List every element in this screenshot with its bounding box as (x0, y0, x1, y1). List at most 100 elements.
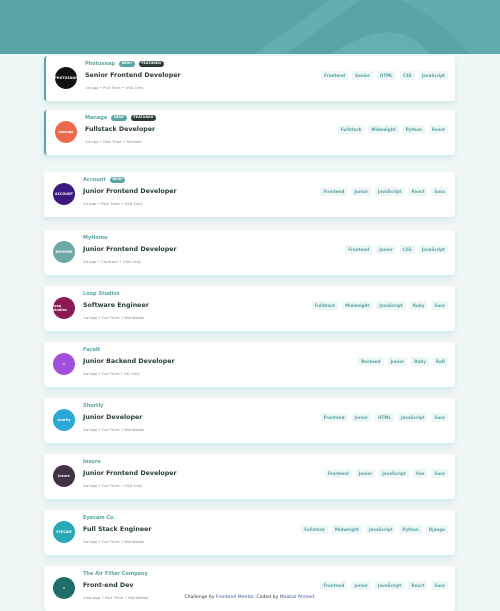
filter-tag[interactable]: Frontend (320, 187, 348, 197)
job-title[interactable]: Junior Frontend Developer (83, 246, 177, 253)
filter-tag[interactable]: Vue (412, 469, 428, 479)
meta-location: USA Only (124, 483, 143, 488)
meta-posted: 2d ago (83, 201, 97, 206)
job-title[interactable]: Fullstack Developer (85, 126, 155, 133)
filter-tag[interactable]: JavaScript (374, 581, 405, 591)
filter-tag[interactable]: JavaScript (418, 245, 448, 255)
footer-prefix: Challenge by (184, 595, 217, 600)
company-name: Account (83, 177, 106, 183)
filter-tag[interactable]: Frontend (321, 71, 349, 81)
filter-tag[interactable]: Junior (351, 187, 371, 197)
filter-tag[interactable]: JavaScript (398, 413, 428, 423)
header-pattern (0, 0, 500, 54)
filter-tag[interactable]: Sass (431, 301, 448, 311)
job-meta: 1d ago • Part Time • Remote (85, 139, 141, 144)
author-link[interactable]: Moataz Ahmed (280, 595, 314, 600)
filter-tag[interactable]: JavaScript (374, 187, 405, 197)
filter-tag[interactable]: Midweight (368, 125, 399, 135)
job-card[interactable]: ∞ The Air Filter Company Front-end Dev 1mo … (44, 566, 455, 611)
job-title[interactable]: Junior Backend Developer (83, 358, 175, 365)
filter-tag[interactable]: React (408, 187, 428, 197)
company-row: Loop Studios (83, 291, 120, 297)
filter-tag[interactable]: JavaScript (376, 301, 406, 311)
job-meta: 2w ago • Full Time • Worldwide (83, 427, 144, 432)
job-card[interactable]: insure Insure Junior Frontend Developer 2w … (44, 454, 455, 499)
meta-contract: Full Time (103, 85, 121, 90)
filter-tag[interactable]: CSS (399, 71, 415, 81)
filter-tag[interactable]: Django (425, 525, 448, 535)
filter-tag[interactable]: Backend (358, 357, 384, 367)
filter-tag[interactable]: HTML (375, 413, 394, 423)
job-title[interactable]: Full Stack Engineer (83, 526, 151, 533)
job-title[interactable]: Junior Frontend Developer (83, 470, 177, 477)
job-title[interactable]: Senior Frontend Developer (85, 72, 181, 79)
job-title[interactable]: Junior Frontend Developer (83, 188, 177, 195)
filter-tag[interactable]: Senior (352, 71, 373, 81)
filter-tag[interactable]: Ruby (409, 301, 428, 311)
tag-list: Fullstack Midweight JavaScript Python Django (301, 525, 448, 535)
job-card[interactable]: MYHOME MyHome Junior Frontend Developer 5d … (44, 230, 455, 275)
frontend-mentor-link[interactable]: Frontend Mentor (216, 595, 254, 600)
filter-tag[interactable]: Sass (431, 469, 448, 479)
job-meta: 2w ago • Full Time • USA Only (83, 483, 142, 488)
job-card[interactable]: shortly Shortly Junior Developer 2w ago • F… (44, 398, 455, 443)
filter-tag[interactable]: Junior (387, 357, 408, 367)
company-logo-text: ACCOUNT (55, 192, 73, 196)
filter-tag[interactable]: Fullstack (311, 301, 339, 311)
filter-tag[interactable]: Junior (376, 245, 396, 255)
filter-tag[interactable]: Junior (355, 469, 376, 479)
job-meta: 2w ago • Full Time • UK Only (83, 371, 140, 376)
filter-tag[interactable]: React (428, 125, 448, 135)
job-card[interactable]: PHOTOSNAP Photosnap NEW! FEATURED Senior Fro… (44, 56, 455, 101)
meta-location: USA Only (125, 85, 144, 90)
job-title[interactable]: Software Engineer (83, 302, 149, 309)
filter-tag[interactable]: Junior (351, 581, 371, 591)
filter-tag[interactable]: Sass (431, 413, 448, 423)
filter-tag[interactable]: Fullstack (337, 125, 365, 135)
filter-tag[interactable]: JavaScript (366, 525, 396, 535)
meta-posted: 2w ago (83, 483, 98, 488)
featured-badge: FEATURED (138, 61, 164, 67)
company-logo-text: shortly (57, 418, 71, 422)
job-title[interactable]: Junior Developer (83, 414, 142, 421)
filter-tag[interactable]: Frontend (320, 413, 348, 423)
filter-tag[interactable]: RoR (432, 357, 448, 367)
meta-posted: 5d ago (83, 259, 97, 264)
filter-tag[interactable]: Ruby (411, 357, 429, 367)
job-meta: 5d ago • Contract • USA Only (83, 259, 141, 264)
meta-posted: 1w ago (83, 315, 98, 320)
filter-tag[interactable]: React (408, 581, 428, 591)
filter-tag[interactable]: JavaScript (379, 469, 409, 479)
filter-tag[interactable]: Frontend (324, 469, 352, 479)
meta-contract: Part Time (103, 139, 122, 144)
filter-tag[interactable]: Junior (351, 413, 372, 423)
filter-tag[interactable]: CSS (399, 245, 415, 255)
tag-list: Fullstack Midweight JavaScript Ruby Sass (311, 301, 448, 311)
meta-location: Worldwide (124, 427, 145, 432)
new-badge: NEW! (118, 61, 135, 67)
filter-tag[interactable]: HTML (376, 71, 396, 81)
company-logo-text: MYHOME (55, 250, 73, 254)
filter-tag[interactable]: JavaScript (418, 71, 448, 81)
meta-contract: Part Time (101, 201, 120, 206)
filter-tag[interactable]: Python (402, 125, 425, 135)
filter-tag[interactable]: Frontend (345, 245, 373, 255)
filter-tag[interactable]: Midweight (342, 301, 373, 311)
meta-contract: Full Time (101, 315, 120, 320)
job-card[interactable]: EYECAM Eyecam Co. Full Stack Engineer 3w ag… (44, 510, 455, 555)
footer: Challenge by Frontend Mentor. Coded by M… (0, 595, 500, 600)
company-logo: EYECAM (53, 521, 75, 543)
filter-tag[interactable]: Sass (431, 187, 448, 197)
job-card[interactable]: manage Manage NEW! FEATURED Fullstack Develo… (44, 110, 455, 155)
filter-tag[interactable]: Fullstack (301, 525, 328, 535)
filter-tag[interactable]: Sass (431, 581, 448, 591)
filter-tag[interactable]: Midweight (331, 525, 363, 535)
filter-tag[interactable]: Python (399, 525, 422, 535)
filter-tag[interactable]: Frontend (320, 581, 348, 591)
job-card[interactable]: loop studios Loop Studios Software Enginee… (44, 286, 455, 331)
tag-list: Frontend Senior HTML CSS JavaScript (321, 71, 448, 81)
job-card[interactable]: ACCOUNT Account NEW! Junior Frontend Develo… (44, 172, 455, 217)
company-logo-text: ∞ (62, 586, 66, 590)
job-title[interactable]: Front-end Dev (83, 582, 134, 589)
job-card[interactable]: ◎ FaceIt Junior Backend Developer 2w ago • … (44, 342, 455, 387)
